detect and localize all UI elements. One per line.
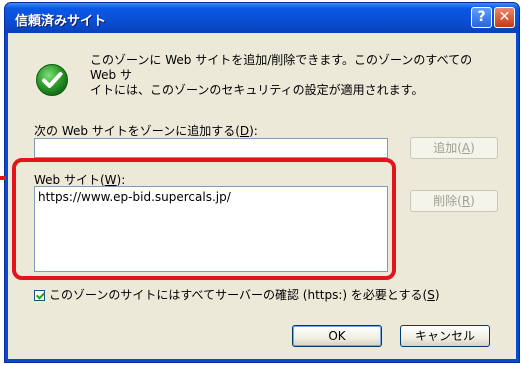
require-https-row[interactable]: このゾーンのサイトにはすべてサーバーの確認 (https:) を必要とする(S) [34, 286, 440, 303]
trusted-sites-dialog: 信頼済みサイト ? ✕ このゾーンに Web サイトを追加/削除できます。このゾ… [4, 2, 520, 363]
add-button[interactable]: 追加(A) [410, 137, 498, 159]
dialog-title: 信頼済みサイト [15, 14, 107, 29]
close-icon: ✕ [498, 9, 511, 25]
require-https-checkbox[interactable] [34, 290, 45, 301]
require-https-label: このゾーンのサイトにはすべてサーバーの確認 (https:) を必要とする(S) [49, 288, 440, 302]
dialog-body: このゾーンに Web サイトを追加/削除できます。このゾーンのすべての Web … [8, 33, 516, 359]
check-icon [36, 64, 68, 96]
info-text: このゾーンに Web サイトを追加/削除できます。このゾーンのすべての Web … [90, 53, 473, 97]
close-button[interactable]: ✕ [494, 7, 515, 28]
annotation-pointer [0, 176, 6, 180]
help-icon: ? [477, 9, 486, 25]
add-site-label: 次の Web サイトをゾーンに追加する(D): [34, 124, 258, 138]
add-site-input[interactable] [34, 138, 388, 158]
remove-button[interactable]: 削除(R) [410, 190, 498, 212]
title-bar[interactable]: 信頼済みサイト ? ✕ [5, 3, 519, 33]
help-button[interactable]: ? [471, 7, 492, 28]
sites-list[interactable]: https://www.ep-bid.supercals.jp/ [34, 186, 388, 272]
list-item[interactable]: https://www.ep-bid.supercals.jp/ [38, 190, 384, 204]
ok-button[interactable]: OK [292, 325, 382, 347]
cancel-button[interactable]: キャンセル [400, 325, 490, 347]
